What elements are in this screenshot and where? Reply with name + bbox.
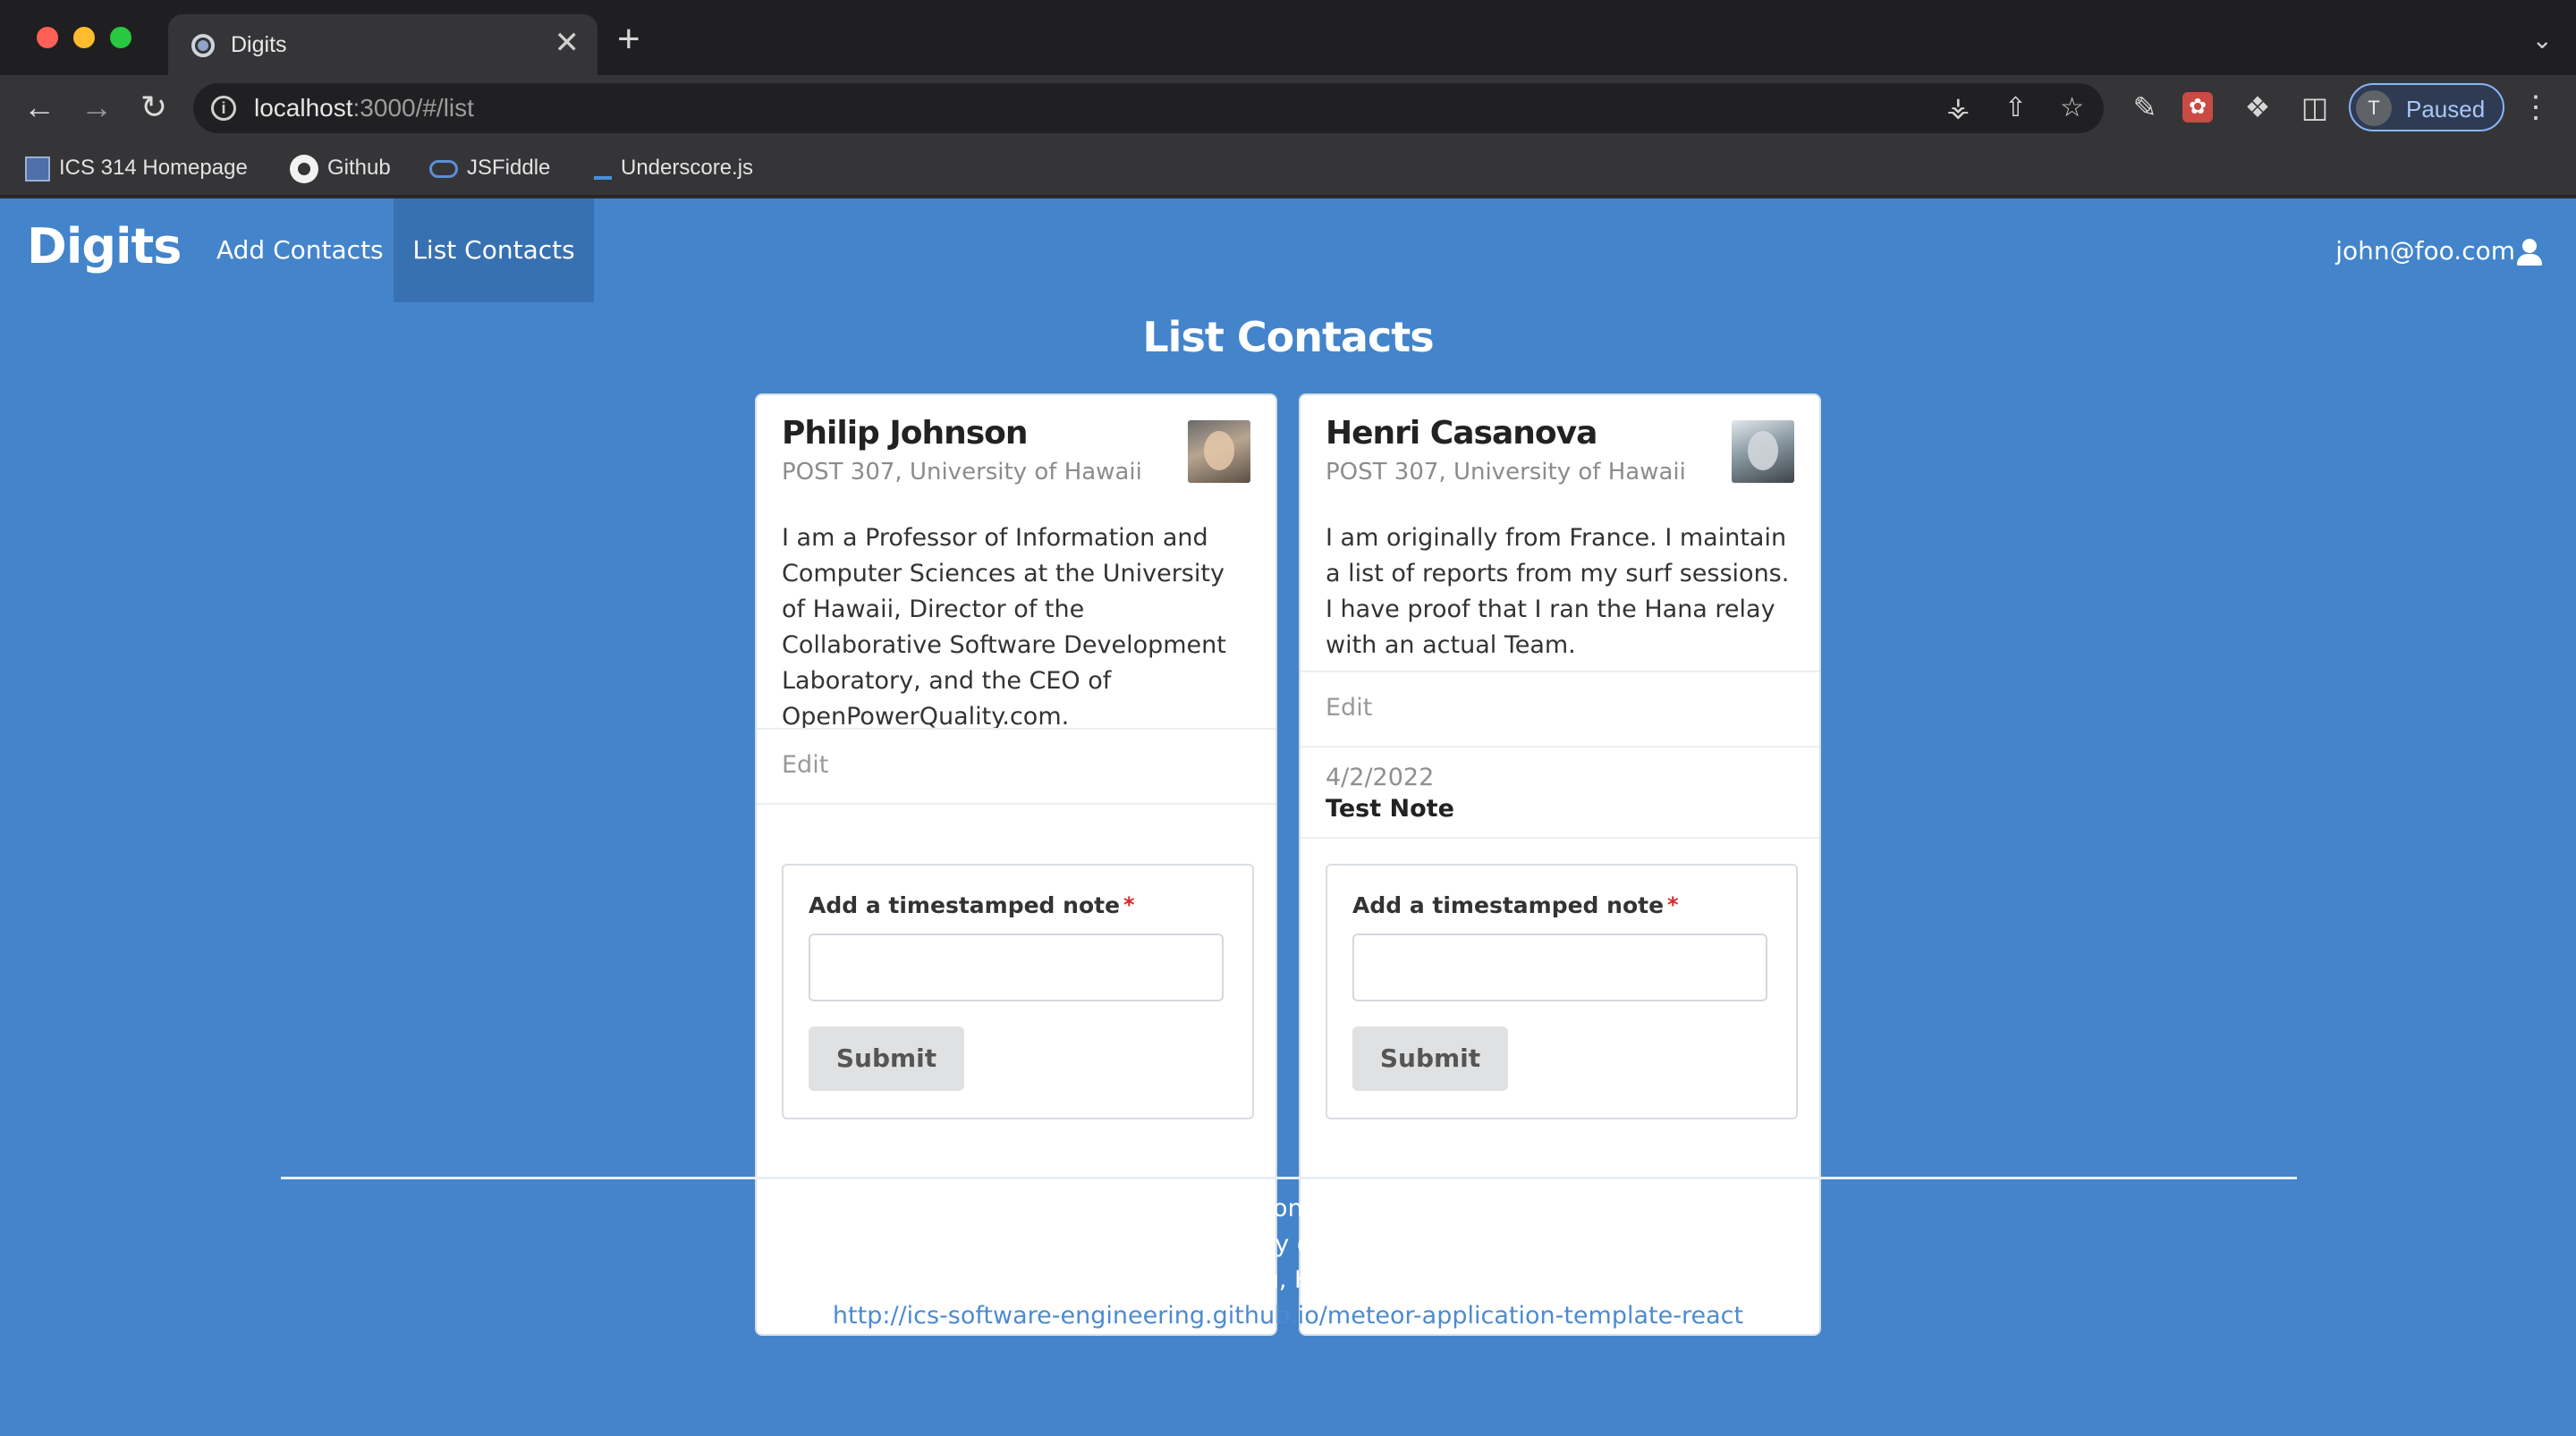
tab-title: Digits (231, 32, 287, 57)
user-icon (2517, 239, 2542, 266)
app-navbar: Digits Add Contacts List Contacts john@f… (0, 199, 2576, 302)
bookmark-star-icon[interactable]: ☆ (2060, 92, 2084, 124)
browser-tab[interactable]: Digits ✕ (168, 14, 597, 75)
card-header: Henri Casanova POST 307, University of H… (1301, 395, 1819, 520)
github-icon (290, 154, 318, 183)
site-info-icon[interactable]: i (211, 96, 236, 121)
profile-button[interactable]: T Paused (2349, 83, 2504, 131)
brand-logo[interactable]: Digits (27, 218, 182, 275)
forward-arrow-icon[interactable]: → (77, 88, 116, 127)
form-section (1301, 837, 1819, 839)
contact-address: POST 307, University of Hawaii (1326, 459, 1686, 486)
submit-button[interactable]: Submit (1352, 1026, 1508, 1091)
contact-avatar (1732, 420, 1794, 483)
bookmark-github[interactable]: Github (290, 150, 391, 186)
add-note-form: Add a timestamped note * Submit (782, 864, 1254, 1119)
footer-line-department: Department of Information and Computer S… (978, 1195, 1598, 1222)
contact-description: I am a Professor of Information and Comp… (782, 524, 1226, 731)
footer-divider (281, 1177, 2297, 1179)
share-icon[interactable]: ⇧ (2004, 92, 2027, 124)
note-text: Test Note (1326, 795, 1454, 823)
close-window-button[interactable] (37, 27, 58, 48)
bookmark-underscore[interactable]: Underscore.js (594, 150, 753, 186)
contact-description: I am originally from France. I maintain … (1326, 524, 1790, 659)
contact-name: Henri Casanova (1326, 415, 1597, 452)
minimize-window-button[interactable] (73, 27, 95, 48)
page-title: List Contacts (1142, 313, 1434, 361)
profile-status: Paused (2406, 96, 2486, 122)
back-arrow-icon[interactable]: ← (20, 88, 59, 127)
note-input[interactable] (1352, 933, 1767, 1001)
underscore-icon (594, 175, 612, 180)
new-tab-button[interactable]: + (617, 20, 640, 59)
note-field-label: Add a timestamped note * (809, 892, 1135, 918)
card-edit-section: Edit (757, 728, 1275, 800)
user-menu[interactable]: john@foo.com (2335, 236, 2542, 266)
page-content: Digits Add Contacts List Contacts john@f… (0, 199, 2576, 1436)
nav-list-contacts[interactable]: List Contacts (394, 199, 594, 302)
side-panel-icon[interactable]: ◫ (2297, 89, 2333, 125)
browser-toolbar: ← → ↻ i localhost:3000/#/list ⚶ ⇧ ☆ ✎ ✿ … (0, 75, 2576, 139)
notes-section (757, 803, 1275, 805)
edit-link[interactable]: Edit (1301, 672, 1819, 743)
contact-avatar (1188, 420, 1250, 483)
edit-link[interactable]: Edit (757, 730, 1275, 800)
jsfiddle-icon (429, 159, 458, 178)
extensions-puzzle-icon[interactable]: ❖ (2240, 89, 2275, 125)
url-text[interactable]: localhost:3000/#/list (254, 94, 474, 122)
note-input[interactable] (809, 933, 1224, 1001)
ics-icon (25, 156, 50, 182)
browser-menu-icon[interactable]: ⋮ (2521, 89, 2551, 125)
footer-line-address: Honolulu, HI 96822 (1172, 1266, 1404, 1294)
nav-add-contacts[interactable]: Add Contacts (188, 199, 412, 302)
bookmark-ics-314[interactable]: ICS 314 Homepage (25, 150, 248, 186)
note-date: 4/2/2022 (1326, 764, 1435, 791)
reload-icon[interactable]: ↻ (134, 88, 174, 127)
red-extension-icon[interactable]: ✿ (2182, 92, 2213, 122)
user-email: john@foo.com (2335, 236, 2515, 266)
note-item: 4/2/2022 Test Note (1301, 746, 1819, 839)
bookmarks-bar: ICS 314 Homepage Github JSFiddle Undersc… (0, 139, 2576, 197)
footer: Department of Information and Computer S… (0, 1191, 2576, 1334)
browser-tabstrip: Digits ✕ + ⌄ (0, 0, 2576, 75)
footer-template-link[interactable]: http://ics-software-engineering.github.i… (0, 1298, 2576, 1334)
card-edit-section: Edit (1301, 671, 1819, 743)
note-field-label: Add a timestamped note * (1352, 892, 1679, 918)
contact-address: POST 307, University of Hawaii (782, 459, 1142, 486)
meteor-favicon-icon (191, 34, 215, 57)
bookmark-jsfiddle[interactable]: JSFiddle (429, 150, 550, 186)
submit-button[interactable]: Submit (809, 1026, 964, 1091)
add-note-form: Add a timestamped note * Submit (1326, 864, 1798, 1119)
tab-search-chevron-icon[interactable]: ⌄ (2532, 25, 2553, 55)
address-bar[interactable]: i localhost:3000/#/list ⚶ ⇧ ☆ (193, 83, 2104, 133)
tab-close-icon[interactable]: ✕ (555, 25, 580, 61)
profile-avatar: T (2356, 90, 2392, 126)
footer-line-university: University of Hawaii (1167, 1230, 1409, 1258)
zoom-window-button[interactable] (110, 27, 131, 48)
password-key-icon[interactable]: ⚶ (1947, 92, 1970, 124)
card-header: Philip Johnson POST 307, University of H… (757, 395, 1275, 520)
contact-name: Philip Johnson (782, 415, 1029, 452)
pen-extension-icon[interactable]: ✎ (2127, 89, 2163, 125)
